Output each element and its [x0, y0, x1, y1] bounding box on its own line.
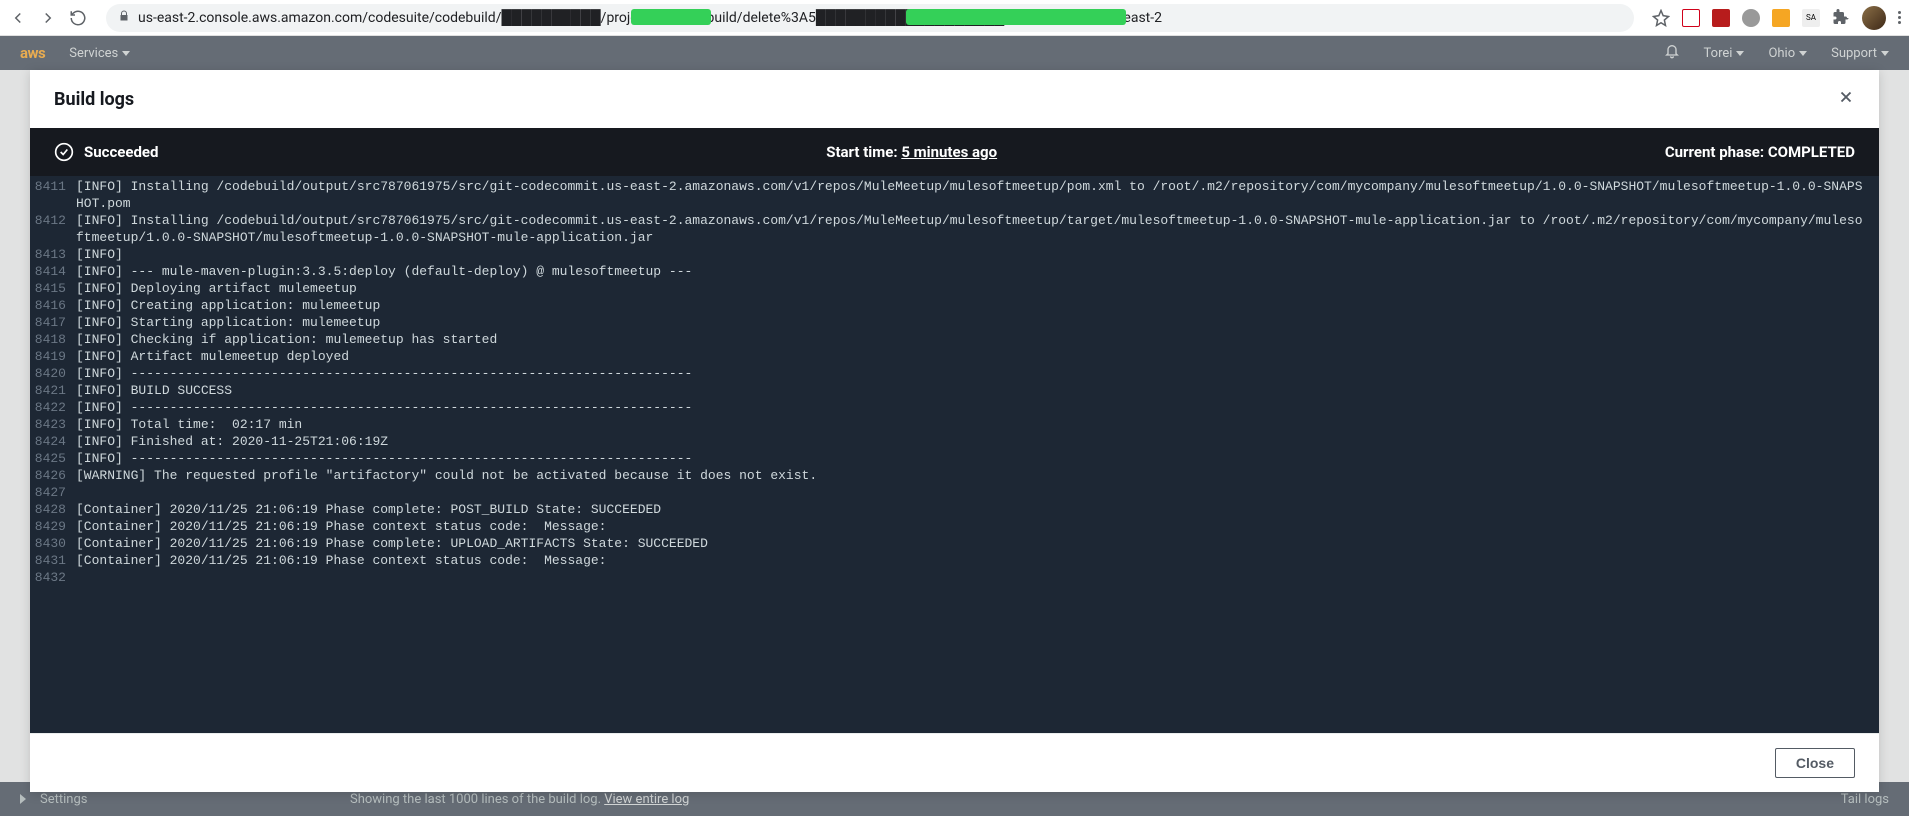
line-body: [INFO] Starting application: mulemeetup	[76, 314, 1879, 331]
extension-icon[interactable]: SA	[1802, 9, 1820, 27]
line-number: 8416	[30, 297, 76, 314]
line-body: [INFO] Total time: 02:17 min	[76, 416, 1879, 433]
start-time: Start time: 5 minutes ago	[826, 143, 997, 161]
browser-chrome: us-east-2.console.aws.amazon.com/codesui…	[0, 0, 1909, 36]
line-number: 8411	[30, 178, 76, 212]
line-body: [INFO] Installing /codebuild/output/src7…	[76, 178, 1879, 212]
avatar[interactable]	[1862, 6, 1886, 30]
lock-icon	[118, 10, 130, 26]
redaction	[631, 9, 711, 25]
line-body: [INFO] ---------------------------------…	[76, 450, 1879, 467]
line-number: 8431	[30, 552, 76, 569]
chrome-right: SA	[1652, 6, 1901, 30]
line-body: [INFO] Checking if application: mulemeet…	[76, 331, 1879, 348]
log-line: 8423[INFO] Total time: 02:17 min	[30, 416, 1879, 433]
extension-icon[interactable]	[1742, 9, 1760, 27]
log-viewer[interactable]: 8411[INFO] Installing /codebuild/output/…	[30, 176, 1879, 733]
line-number: 8412	[30, 212, 76, 246]
line-body: [Container] 2020/11/25 21:06:19 Phase co…	[76, 552, 1879, 569]
line-number: 8415	[30, 280, 76, 297]
line-number: 8432	[30, 569, 76, 586]
log-line: 8430[Container] 2020/11/25 21:06:19 Phas…	[30, 535, 1879, 552]
extension-icon[interactable]	[1772, 9, 1790, 27]
line-body	[76, 569, 1879, 586]
url-bar[interactable]: us-east-2.console.aws.amazon.com/codesui…	[106, 4, 1634, 32]
check-circle-icon	[54, 142, 74, 162]
line-body: [WARNING] The requested profile "artifac…	[76, 467, 1879, 484]
line-number: 8430	[30, 535, 76, 552]
star-icon[interactable]	[1652, 9, 1670, 27]
log-line: 8428[Container] 2020/11/25 21:06:19 Phas…	[30, 501, 1879, 518]
line-body: [INFO] Finished at: 2020-11-25T21:06:19Z	[76, 433, 1879, 450]
log-line: 8426[WARNING] The requested profile "art…	[30, 467, 1879, 484]
status-state: Succeeded	[54, 142, 158, 162]
log-line: 8413[INFO]	[30, 246, 1879, 263]
line-number: 8422	[30, 399, 76, 416]
back-button[interactable]	[8, 8, 28, 28]
line-number: 8423	[30, 416, 76, 433]
extension-icon[interactable]	[1682, 9, 1700, 27]
status-bar: Succeeded Start time: 5 minutes ago Curr…	[30, 128, 1879, 176]
log-line: 8424[INFO] Finished at: 2020-11-25T21:06…	[30, 433, 1879, 450]
forward-button[interactable]	[38, 8, 58, 28]
line-number: 8427	[30, 484, 76, 501]
log-line: 8425[INFO] -----------------------------…	[30, 450, 1879, 467]
line-body	[76, 484, 1879, 501]
line-body: [INFO] --- mule-maven-plugin:3.3.5:deplo…	[76, 263, 1879, 280]
line-body: [Container] 2020/11/25 21:06:19 Phase co…	[76, 518, 1879, 535]
modal-header: Build logs	[30, 70, 1879, 128]
line-number: 8426	[30, 467, 76, 484]
line-number: 8428	[30, 501, 76, 518]
line-number: 8425	[30, 450, 76, 467]
extension-icon[interactable]	[1712, 9, 1730, 27]
line-body: [INFO] Installing /codebuild/output/src7…	[76, 212, 1879, 246]
log-line: 8429[Container] 2020/11/25 21:06:19 Phas…	[30, 518, 1879, 535]
redaction	[906, 9, 1126, 25]
line-number: 8418	[30, 331, 76, 348]
log-line: 8431[Container] 2020/11/25 21:06:19 Phas…	[30, 552, 1879, 569]
line-body: [Container] 2020/11/25 21:06:19 Phase co…	[76, 535, 1879, 552]
line-number: 8421	[30, 382, 76, 399]
extensions-icon[interactable]	[1832, 9, 1850, 27]
line-body: [INFO] Creating application: mulemeetup	[76, 297, 1879, 314]
line-number: 8414	[30, 263, 76, 280]
modal-title: Build logs	[54, 89, 134, 110]
line-body: [INFO] ---------------------------------…	[76, 399, 1879, 416]
line-number: 8413	[30, 246, 76, 263]
build-logs-modal: Build logs Succeeded Start time: 5 minut…	[30, 70, 1879, 792]
menu-icon[interactable]	[1898, 11, 1901, 24]
close-icon[interactable]	[1837, 88, 1855, 110]
line-number: 8429	[30, 518, 76, 535]
line-body: [INFO]	[76, 246, 1879, 263]
line-body: [INFO] Deploying artifact mulemeetup	[76, 280, 1879, 297]
line-number: 8419	[30, 348, 76, 365]
log-line: 8416[INFO] Creating application: mulemee…	[30, 297, 1879, 314]
log-line: 8421[INFO] BUILD SUCCESS	[30, 382, 1879, 399]
line-number: 8417	[30, 314, 76, 331]
close-button[interactable]: Close	[1775, 748, 1855, 778]
line-body: [INFO] ---------------------------------…	[76, 365, 1879, 382]
line-body: [INFO] Artifact mulemeetup deployed	[76, 348, 1879, 365]
line-body: [INFO] BUILD SUCCESS	[76, 382, 1879, 399]
line-number: 8420	[30, 365, 76, 382]
log-line: 8414[INFO] --- mule-maven-plugin:3.3.5:d…	[30, 263, 1879, 280]
log-line: 8418[INFO] Checking if application: mule…	[30, 331, 1879, 348]
log-line: 8411[INFO] Installing /codebuild/output/…	[30, 178, 1879, 212]
line-body: [Container] 2020/11/25 21:06:19 Phase co…	[76, 501, 1879, 518]
line-number: 8424	[30, 433, 76, 450]
log-line: 8415[INFO] Deploying artifact mulemeetup	[30, 280, 1879, 297]
reload-button[interactable]	[68, 8, 88, 28]
log-line: 8419[INFO] Artifact mulemeetup deployed	[30, 348, 1879, 365]
log-line: 8420[INFO] -----------------------------…	[30, 365, 1879, 382]
modal-footer: Close	[30, 733, 1879, 792]
log-line: 8422[INFO] -----------------------------…	[30, 399, 1879, 416]
log-line: 8432	[30, 569, 1879, 586]
log-line: 8412[INFO] Installing /codebuild/output/…	[30, 212, 1879, 246]
log-line: 8427	[30, 484, 1879, 501]
log-line: 8417[INFO] Starting application: mulemee…	[30, 314, 1879, 331]
current-phase: Current phase: COMPLETED	[1665, 143, 1855, 161]
